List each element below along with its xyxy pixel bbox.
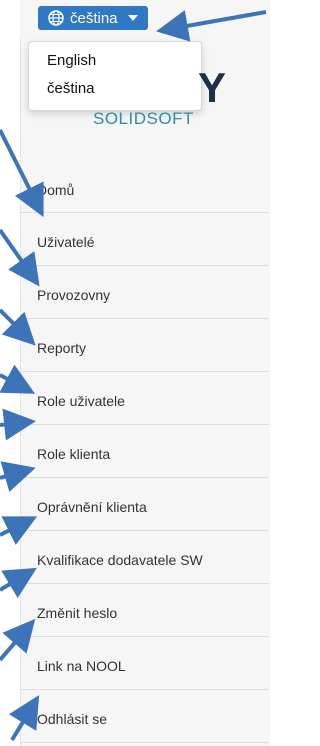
logo-letter: Y <box>198 64 227 111</box>
language-bar: čeština <box>20 0 269 38</box>
menu-item-reports[interactable]: Reporty <box>21 319 269 372</box>
menu-item-client-roles[interactable]: Role klienta <box>21 425 269 478</box>
caret-down-icon <box>127 15 138 21</box>
menu-item-establishments[interactable]: Provozovny <box>21 266 269 319</box>
menu-item-user-roles[interactable]: Role uživatele <box>21 372 269 425</box>
language-menu: English čeština <box>28 41 202 111</box>
logo-subtitle: SOLIDSOFT <box>93 109 194 128</box>
menu-item-home[interactable]: Domů <box>21 162 269 213</box>
language-current: čeština <box>70 9 118 27</box>
menu-item-logout[interactable]: Odhlásit se <box>21 690 269 743</box>
menu-item-nool-link[interactable]: Link na NOOL <box>21 637 269 690</box>
language-dropdown-button[interactable]: čeština <box>38 6 148 30</box>
language-option-czech[interactable]: čeština <box>47 80 95 97</box>
language-option-english[interactable]: English <box>47 52 96 69</box>
menu-item-sw-supplier-qualification[interactable]: Kvalifikace dodavatele SW <box>21 531 269 584</box>
menu-item-change-password[interactable]: Změnit heslo <box>21 584 269 637</box>
globe-icon <box>48 10 64 26</box>
menu-item-client-permissions[interactable]: Oprávnění klienta <box>21 478 269 531</box>
menu-item-users[interactable]: Uživatelé <box>21 213 269 266</box>
sidebar-menu: Domů Uživatelé Provozovny Reporty Role u… <box>21 162 269 743</box>
